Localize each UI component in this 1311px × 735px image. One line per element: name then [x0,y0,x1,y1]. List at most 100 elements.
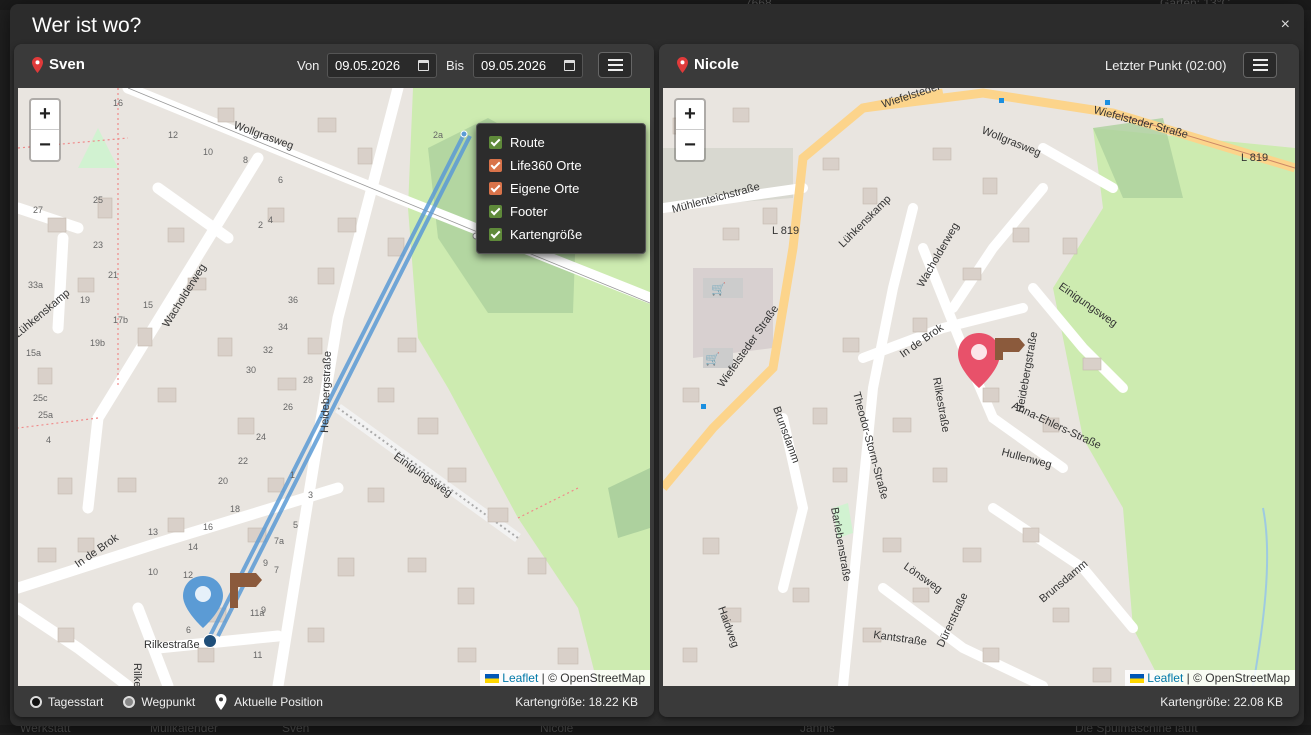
house-number: 4 [268,215,273,225]
house-number: 36 [288,295,298,305]
map-attribution: Leaflet | © OpenStreetMap [1125,670,1295,686]
house-number: 22 [238,456,248,466]
house-number: 2a [433,130,443,140]
person-name-label: Sven [49,56,85,73]
map-label: L 819 [1241,152,1268,164]
leaflet-link[interactable]: Leaflet [502,671,538,685]
ukraine-flag-icon [1130,674,1144,683]
house-number: 10 [148,567,158,577]
house-number: 11 [253,650,262,660]
map-tiles: Wiefelsteder Straße Wiefelsteder Straße … [663,88,1295,686]
house-number: 12 [168,130,178,140]
checkbox-checked-icon[interactable] [489,205,502,218]
zoom-out-button[interactable]: − [31,130,59,160]
background-bottom-strip: Werkstatt Müllkalender Sven Nicole Janni… [0,725,1311,733]
person-name: Sven [32,56,85,73]
osm-attribution: | © OpenStreetMap [542,671,645,685]
svg-text:🛒: 🛒 [705,352,720,366]
house-number: 30 [246,365,256,375]
house-number: 3 [308,490,313,500]
house-number: 6 [186,625,191,635]
checkbox-checked-icon[interactable] [489,136,502,149]
house-number: 7 [274,565,279,575]
house-number: 6 [278,175,283,185]
house-number: 25c [33,393,48,403]
checkbox-checked-icon[interactable] [489,159,502,172]
option-route[interactable]: Route [477,131,645,154]
legend-day-start: Tagesstart [30,695,103,709]
panel-header: Sven Von 09.05.2026 Bis 09.05.2026 [14,44,654,88]
close-button[interactable]: × [1281,16,1290,34]
calendar-icon[interactable] [564,60,575,71]
zoom-in-button[interactable]: + [676,100,704,130]
option-label: Life360 Orte [510,158,582,173]
option-label: Eigene Orte [510,181,579,196]
panel-footer: Kartengröße: 22.08 KB [659,686,1299,717]
option-label: Route [510,135,545,150]
to-date-input[interactable]: 09.05.2026 [473,53,583,78]
where-is-who-dialog: Wer ist wo? × Sven Von 09.05.2026 Bis 09… [10,4,1304,726]
house-number: 16 [203,522,213,532]
house-number: 15a [26,348,41,358]
panel-header: Nicole Letzter Punkt (02:00) [659,44,1299,88]
osm-attribution: | © OpenStreetMap [1187,671,1290,685]
house-number: 25a [38,410,53,420]
to-date-value: 09.05.2026 [481,58,546,73]
day-start-icon [30,696,42,708]
house-number: 20 [218,476,228,486]
house-number: 23 [93,240,103,250]
legend-label: Tagesstart [48,695,103,709]
option-map-size[interactable]: Kartengröße [477,223,645,246]
house-number: 16 [113,98,123,108]
day-start-marker[interactable] [204,635,217,648]
option-label: Kartengröße [510,227,582,242]
map-pin-icon [677,57,688,73]
house-number: 28 [303,375,313,385]
house-number: 27 [33,205,43,215]
options-dropdown: Route Life360 Orte Eigene Orte Footer Ka… [476,123,646,254]
zoom-control: + − [674,98,706,162]
waypoint-marker[interactable] [461,131,467,137]
option-footer[interactable]: Footer [477,200,645,223]
house-number: 21 [108,270,118,280]
leaflet-link[interactable]: Leaflet [1147,671,1183,685]
legend-label: Wegpunkt [141,695,195,709]
house-number: 33a [28,280,43,290]
zoom-out-button[interactable]: − [676,130,704,160]
house-number: 13 [148,527,158,537]
waypoint-icon [123,696,135,708]
last-point-status: Letzter Punkt (02:00) [1105,58,1226,73]
svg-text:🛒: 🛒 [711,282,726,296]
calendar-icon[interactable] [418,60,429,71]
from-date-input[interactable]: 09.05.2026 [327,53,437,78]
house-number: 10 [203,147,213,157]
house-number: 14 [188,542,198,552]
options-menu-button[interactable] [1243,52,1277,78]
person-name-label: Nicole [694,56,739,73]
map-nicole[interactable]: Wiefelsteder Straße Wiefelsteder Straße … [663,88,1295,686]
panel-footer: Tagesstart Wegpunkt Aktuelle Position Ka… [14,686,654,717]
house-number: 9 [263,558,268,568]
map-pin-icon [32,57,43,73]
house-number: 11a [250,608,264,618]
house-number: 19b [90,338,105,348]
from-date-value: 09.05.2026 [335,58,400,73]
checkbox-checked-icon[interactable] [489,228,502,241]
option-life360-places[interactable]: Life360 Orte [477,154,645,177]
options-menu-button[interactable] [598,52,632,78]
dialog-title: Wer ist wo? [32,14,141,38]
house-number: 32 [263,345,273,355]
house-number: 1 [290,470,295,480]
map-size-text: Kartengröße: 22.08 KB [1160,695,1283,709]
from-label: Von [297,58,319,73]
zoom-in-button[interactable]: + [31,100,59,130]
house-number: 15 [143,300,153,310]
map-pin-icon [215,694,227,710]
house-number: 25 [93,195,103,205]
checkbox-checked-icon[interactable] [489,182,502,195]
legend-current: Aktuelle Position [215,694,323,710]
option-own-places[interactable]: Eigene Orte [477,177,645,200]
person-name: Nicole [677,56,739,73]
house-number: 8 [243,155,248,165]
house-number: 19 [80,295,90,305]
